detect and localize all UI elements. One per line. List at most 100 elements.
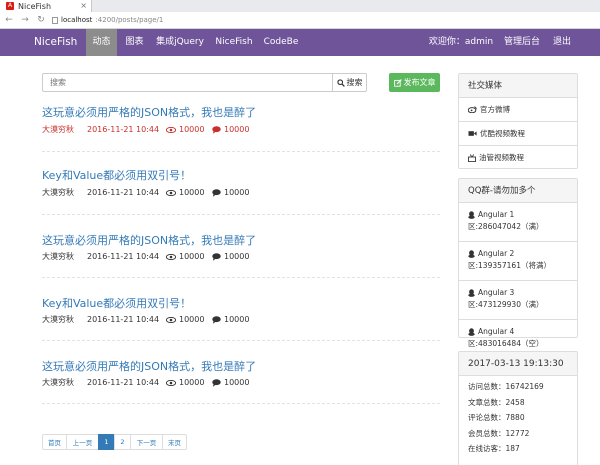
post-comments: 10000 [212,378,249,387]
search-button-label: 搜索 [346,78,363,87]
qq-penguin-icon [468,328,475,336]
stat-total-articles: 文章总数：2458 [468,397,525,407]
qq-group-name: Angular 2 [478,249,515,258]
post-views-count: 10000 [179,188,205,197]
post-views: 10000 [166,252,212,261]
site-stats-panel: 2017-03-13 19:13:30 访问总数：16742169 文章总数：2… [458,351,578,465]
post-comments: 10000 [212,315,249,324]
comment-icon [212,315,221,324]
post-title[interactable]: 这玩意必须用严格的JSON格式，我也是醉了 [42,232,256,248]
address-bar[interactable]: localhost:4200/posts/page/1 [52,16,163,24]
post-title[interactable]: Key和Value都必须用双引号！ [42,167,191,183]
social-media-panel: 社交媒体 官方微博 优酷视频教程 油管视频教程 [458,73,578,169]
nav-item-charts[interactable]: 图表 [119,29,150,56]
search-button[interactable]: 搜索 [332,73,367,92]
top-navbar: NiceFish 动态 图表 集成jQuery NiceFish CodeBe … [0,29,600,56]
reload-icon[interactable]: ↻ [36,15,46,25]
social-link-label: 油管视频教程 [479,153,524,162]
page-last-link[interactable]: 末页 [162,434,187,450]
post-date: 2016-11-21 10:44 [87,378,160,387]
nav-item-codebe[interactable]: CodeBe [260,29,302,56]
panel-title: 社交媒体 [459,74,577,98]
page-next-link[interactable]: 下一页 [130,434,163,450]
search-icon [336,78,345,87]
post-views: 10000 [166,378,212,387]
comment-icon [212,125,221,134]
pagination: 首页 上一页 1 2 下一页 末页 [42,434,187,450]
nav-item-jquery[interactable]: 集成jQuery [151,29,209,56]
eye-icon [166,253,176,260]
qq-group-item[interactable]: Angular 2 区:139357161（将满） [459,242,577,281]
social-link-label: 官方微博 [480,105,510,114]
browser-tab[interactable]: A NiceFish × [0,0,92,12]
qq-group-name: Angular 1 [478,210,515,219]
brand-logo[interactable]: NiceFish [34,29,77,56]
post-views-count: 10000 [179,125,205,134]
comment-icon [212,252,221,261]
qq-penguin-icon [468,289,475,297]
page-first-link[interactable]: 首页 [42,434,67,450]
nav-item-nicefish[interactable]: NiceFish [210,29,258,56]
qq-group-detail: 区:483016484（空） [468,339,544,348]
qq-group-detail: 区:139357161（将满） [468,261,551,270]
youtube-icon [468,153,476,162]
social-link-youtube[interactable]: 油管视频教程 [459,146,577,169]
eye-icon [166,316,176,323]
page-prev-link[interactable]: 上一页 [66,434,99,450]
post-comments: 10000 [212,252,249,261]
post-comments: 10000 [212,188,249,197]
comment-icon [212,378,221,387]
post-title[interactable]: 这玩意必须用严格的JSON格式，我也是醉了 [42,104,256,120]
post-divider [42,340,440,341]
post-divider [42,151,440,152]
post-comments-count: 10000 [224,252,250,261]
url-host: localhost [61,16,93,24]
qq-penguin-icon [468,211,475,219]
nav-item-dynamics[interactable]: 动态 [86,29,117,56]
post-author[interactable]: 大漠穷秋 [42,314,87,325]
social-link-youku[interactable]: 优酷视频教程 [459,122,577,146]
welcome-user[interactable]: 欢迎你：admin [428,29,494,56]
post-author[interactable]: 大漠穷秋 [42,251,87,262]
post-views-count: 10000 [179,378,205,387]
post-views: 10000 [166,125,212,134]
post-comments-count: 10000 [224,188,250,197]
qq-group-detail: 区:473129930（满） [468,300,544,309]
post-date: 2016-11-21 10:44 [87,125,160,134]
qq-group-item[interactable]: Angular 1 区:286047042（满） [459,203,577,242]
post-comments-count: 10000 [224,315,250,324]
post-meta: 大漠穷秋 2016-11-21 10:44 10000 10000 [42,187,249,198]
page-number-2[interactable]: 2 [114,434,131,450]
back-arrow-icon[interactable]: ← [4,15,14,25]
qq-group-detail: 区:286047042（满） [468,222,544,231]
post-title[interactable]: 这玩意必须用严格的JSON格式，我也是醉了 [42,358,256,374]
publish-article-button[interactable]: 发布文章 [389,73,440,92]
stat-total-comments: 评论总数：7880 [468,413,525,423]
post-author[interactable]: 大漠穷秋 [42,377,87,388]
publish-button-label: 发布文章 [403,78,436,87]
admin-link[interactable]: 管理后台 [502,29,542,56]
post-author[interactable]: 大漠穷秋 [42,124,87,135]
tab-title: NiceFish [18,1,52,11]
qq-group-name: Angular 4 [478,327,515,336]
tab-close-icon[interactable]: × [80,1,87,10]
logout-link[interactable]: 退出 [550,29,574,56]
url-path: :4200/posts/page/1 [95,16,164,24]
qq-group-name: Angular 3 [478,288,515,297]
page-number-1[interactable]: 1 [98,434,115,450]
post-meta: 大漠穷秋 2016-11-21 10:44 10000 10000 [42,124,249,135]
social-link-weibo[interactable]: 官方微博 [459,98,577,122]
post-comments-count: 10000 [224,125,250,134]
social-link-label: 优酷视频教程 [480,129,525,138]
post-author[interactable]: 大漠穷秋 [42,187,87,198]
qq-group-item[interactable]: Angular 3 区:473129930（满） [459,281,577,320]
post-meta: 大漠穷秋 2016-11-21 10:44 10000 10000 [42,314,249,325]
post-date: 2016-11-21 10:44 [87,315,160,324]
video-camera-icon [468,130,477,137]
post-views: 10000 [166,188,212,197]
post-title[interactable]: Key和Value都必须用双引号！ [42,295,191,311]
search-input[interactable] [42,73,333,92]
comment-icon [212,188,221,197]
forward-arrow-icon[interactable]: → [20,15,30,25]
weibo-icon [468,106,477,113]
